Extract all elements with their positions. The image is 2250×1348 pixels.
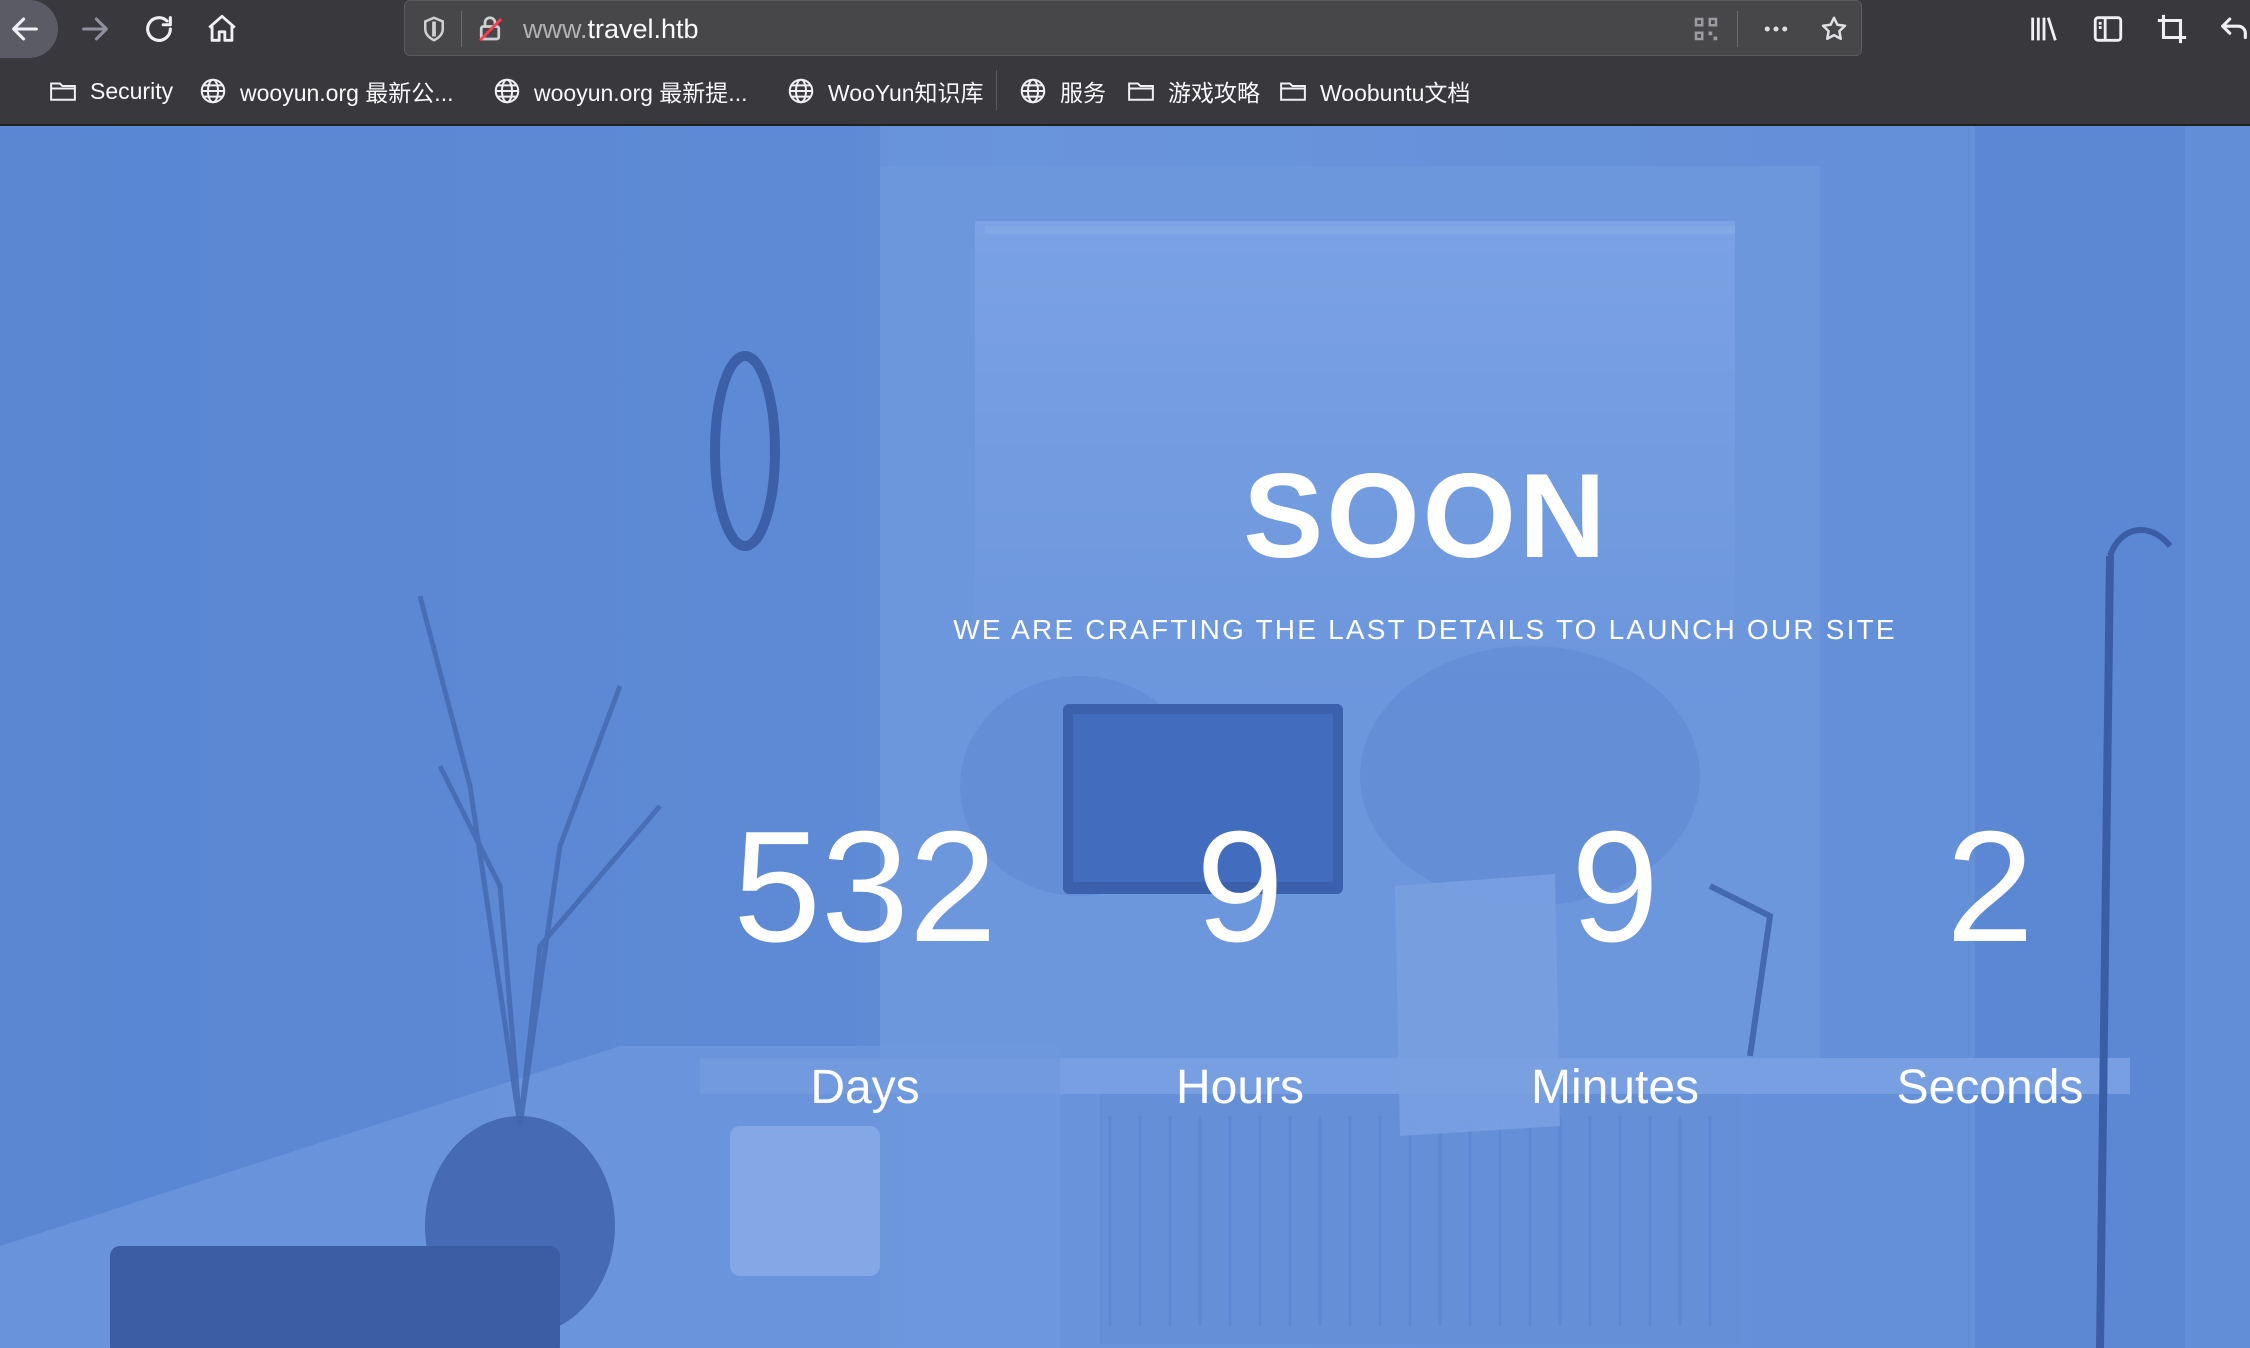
reload-button[interactable] <box>134 4 184 54</box>
countdown-minutes-label: Minutes <box>1530 1061 1700 1114</box>
bookmark-label: wooyun.org 最新公... <box>240 80 454 106</box>
globe-icon <box>788 78 814 104</box>
shield-icon[interactable] <box>417 12 451 46</box>
folder-icon <box>1128 82 1154 101</box>
countdown-minutes-value: 9 <box>1571 799 1659 975</box>
folder-icon <box>1280 82 1306 101</box>
undo-icon[interactable] <box>2212 8 2250 50</box>
bookmark-separator <box>996 70 997 110</box>
globe-icon <box>1020 78 1046 104</box>
url-domain: travel.htb <box>587 14 699 44</box>
coming-soon-section: SOON WE ARE CRAFTING THE LAST DETAILS TO… <box>0 126 2250 1348</box>
countdown-days-value: 532 <box>733 799 997 975</box>
url-prefix: www. <box>523 14 588 44</box>
url-text[interactable]: www.travel.htb <box>523 14 699 45</box>
bookmark-security[interactable]: Security <box>48 74 173 108</box>
more-dots-icon[interactable] <box>1759 12 1793 46</box>
page-tagline: WE ARE CRAFTING THE LAST DETAILS TO LAUN… <box>953 614 1897 645</box>
countdown-hours-value: 9 <box>1196 799 1284 975</box>
page-title: SOON <box>1243 449 1609 583</box>
bookmark-label: Woobuntu文档 <box>1320 80 1471 106</box>
countdown-seconds-value: 2 <box>1946 799 2034 975</box>
bookmarks-toolbar: Security wooyun.org 最新公... wooyun.org 最新… <box>0 58 2250 126</box>
bookmark-woobuntu-docs[interactable]: Woobuntu文档 <box>1278 74 1470 108</box>
insecure-lock-icon[interactable] <box>473 12 507 46</box>
bookmark-label: 服务 <box>1060 80 1106 106</box>
folder-icon <box>50 82 76 101</box>
bookmark-services[interactable]: 服务 <box>1018 74 1106 108</box>
bookmark-game-guides[interactable]: 游戏攻略 <box>1126 74 1260 108</box>
countdown-hours-label: Hours <box>1175 1061 1305 1114</box>
countdown-days-label: Days <box>810 1061 920 1114</box>
forward-button[interactable] <box>70 4 120 54</box>
page-viewport: SOON WE ARE CRAFTING THE LAST DETAILS TO… <box>0 126 2250 1348</box>
bookmark-label: 游戏攻略 <box>1168 80 1260 106</box>
bookmark-wooyun-knowledge[interactable]: WooYun知识库 <box>786 74 984 108</box>
countdown-seconds-label: Seconds <box>1896 1061 2084 1114</box>
qr-code-icon[interactable] <box>1689 12 1723 46</box>
sidebar-icon[interactable] <box>2086 8 2130 50</box>
bookmark-wooyun-latest-public[interactable]: wooyun.org 最新公... <box>198 74 453 108</box>
back-arrow-icon <box>0 4 50 54</box>
bookmark-wooyun-latest-submitted[interactable]: wooyun.org 最新提... <box>492 74 747 108</box>
bookmark-label: WooYun知识库 <box>828 80 984 106</box>
browser-toolbar: www.travel.htb <box>0 0 2250 58</box>
bookmark-label: wooyun.org 最新提... <box>534 80 748 106</box>
globe-icon <box>494 78 520 104</box>
back-button[interactable] <box>0 0 58 58</box>
home-icon <box>208 14 236 42</box>
reload-icon <box>146 16 172 42</box>
bookmark-label: Security <box>90 77 174 104</box>
forward-arrow-icon <box>82 17 108 41</box>
globe-icon <box>200 78 226 104</box>
crop-icon[interactable] <box>2150 8 2194 50</box>
library-icon[interactable] <box>2022 8 2066 50</box>
home-button[interactable] <box>197 4 247 54</box>
url-bar[interactable]: www.travel.htb <box>404 0 1862 56</box>
star-icon[interactable] <box>1817 12 1851 46</box>
